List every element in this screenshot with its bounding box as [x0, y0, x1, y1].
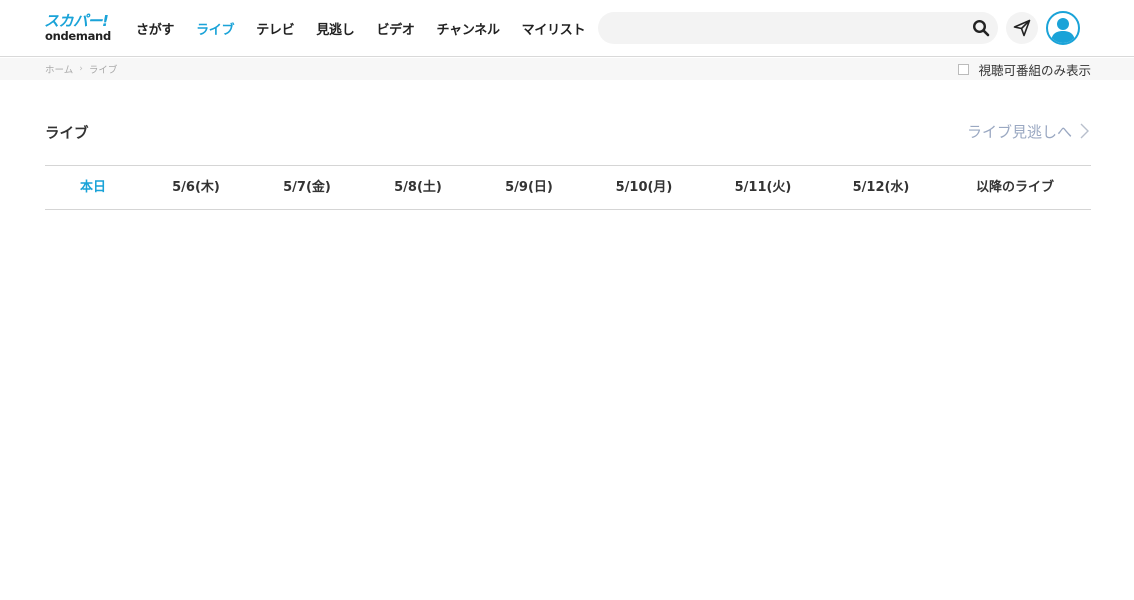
nav-item-missed[interactable]: 見逃し	[316, 19, 354, 38]
tab-5-9[interactable]: 5/9(日)	[505, 166, 553, 209]
nav-item-video[interactable]: ビデオ	[376, 19, 414, 38]
live-missed-label[interactable]: ライブ見逃しへ	[967, 121, 1072, 142]
tab-5-6[interactable]: 5/6(木)	[172, 166, 220, 209]
breadcrumb: ホーム › ライブ	[45, 58, 117, 80]
header: スカパー! ondemand さがす ライブ テレビ 見逃し ビデオ チャンネル…	[0, 0, 1134, 57]
chevron-right-icon	[1080, 123, 1089, 139]
tab-5-8[interactable]: 5/8(土)	[394, 166, 442, 209]
page-title: ライブ	[45, 126, 89, 142]
available-only-filter[interactable]: 視聴可番組のみ表示	[958, 58, 1091, 80]
logo-bottom-text: ondemand	[45, 29, 111, 43]
tab-5-11[interactable]: 5/11(火)	[735, 166, 792, 209]
tab-today[interactable]: 本日	[80, 166, 106, 209]
user-avatar-icon[interactable]	[1046, 11, 1080, 45]
paper-plane-icon[interactable]	[1006, 12, 1038, 44]
search-input[interactable]	[612, 12, 962, 44]
breadcrumb-current: ライブ	[88, 65, 118, 76]
search-bar	[598, 12, 998, 44]
tab-later[interactable]: 以降のライブ	[976, 166, 1054, 209]
breadcrumb-home[interactable]: ホーム	[45, 62, 73, 76]
available-only-label[interactable]: 視聴可番組のみ表示	[978, 60, 1091, 79]
nav-item-mylist[interactable]: マイリスト	[522, 19, 586, 38]
tab-5-12[interactable]: 5/12(水)	[853, 166, 910, 209]
tab-5-7[interactable]: 5/7(金)	[283, 166, 331, 209]
nav-item-channel[interactable]: チャンネル	[437, 19, 500, 38]
logo-top-text: スカパー!	[44, 12, 109, 30]
chevron-right-icon: ›	[79, 64, 83, 74]
live-missed-link[interactable]: ライブ見逃しへ	[967, 120, 1089, 142]
main-nav: さがす ライブ テレビ 見逃し ビデオ チャンネル マイリスト	[136, 0, 607, 57]
date-tabs: 本日 5/6(木) 5/7(金) 5/8(土) 5/9(日) 5/10(月) 5…	[45, 165, 1091, 210]
nav-item-search[interactable]: さがす	[136, 19, 174, 38]
sub-bar: ホーム › ライブ 視聴可番組のみ表示	[0, 58, 1134, 80]
logo[interactable]: スカパー! ondemand	[44, 13, 112, 45]
nav-item-tv[interactable]: テレビ	[256, 19, 294, 38]
tab-5-10[interactable]: 5/10(月)	[616, 166, 673, 209]
nav-item-live[interactable]: ライブ	[196, 19, 234, 38]
available-only-checkbox[interactable]	[958, 63, 970, 75]
search-icon[interactable]	[972, 19, 990, 37]
